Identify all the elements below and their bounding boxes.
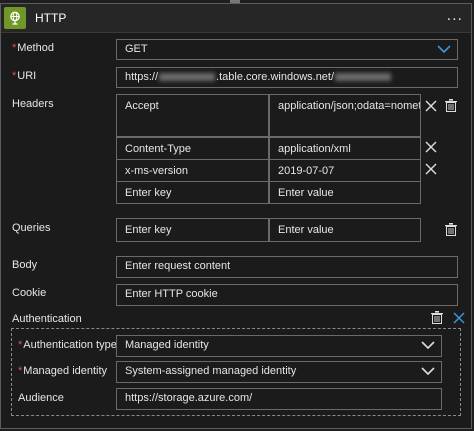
chevron-down-icon [437,45,451,54]
close-icon[interactable] [425,141,437,153]
close-icon[interactable] [425,163,437,175]
managed-identity-select[interactable]: System-assigned managed identity [116,361,442,383]
http-globe-icon [4,7,26,29]
chevron-down-icon [421,341,435,350]
delete-icon[interactable] [445,223,457,236]
card-title: HTTP [35,11,67,25]
header-key-input[interactable]: Accept [116,94,269,137]
auth-type-select[interactable]: Managed identity [116,335,442,357]
uri-redacted-host [159,73,216,82]
header-value-input[interactable]: Enter value [269,181,421,204]
close-icon[interactable] [425,100,437,112]
more-icon[interactable]: ... [447,7,463,25]
header-key-input[interactable]: Content-Type [116,137,269,160]
card-header[interactable]: HTTP ... [1,4,471,33]
auth-type-label-text: Authentication type [23,339,117,351]
close-icon[interactable] [453,312,465,324]
query-value-input[interactable]: Enter value [269,218,421,242]
managed-identity-value: System-assigned managed identity [125,365,297,377]
authentication-section: *Authentication type Managed identity *M… [11,328,461,416]
uri-host-suffix: .table.core.windows.net/ [216,71,335,83]
body-label: Body [12,259,38,271]
audience-label: Audience [18,392,64,404]
method-label-text: Method [17,42,54,54]
managed-identity-label-text: Managed identity [23,365,108,377]
http-action-card: HTTP ... *Method GET *URI https:// .table… [0,3,472,429]
chevron-down-icon [421,367,435,376]
uri-prefix: https:// [125,71,159,83]
header-value-input[interactable]: application/xml [269,137,421,160]
uri-redacted-path [335,73,392,82]
auth-type-value: Managed identity [125,339,209,351]
delete-icon[interactable] [445,99,457,112]
query-key-input[interactable]: Enter key [116,218,269,242]
queries-label: Queries [12,222,51,234]
uri-label-text: URI [17,70,37,82]
method-label: *Method [12,42,54,54]
uri-input[interactable]: https:// .table.core.windows.net/ [116,67,458,88]
headers-label: Headers [12,98,54,110]
header-key-input[interactable]: Enter key [116,181,269,204]
delete-icon[interactable] [431,311,443,324]
header-value-input[interactable]: 2019-07-07 [269,159,421,182]
cookie-input[interactable]: Enter HTTP cookie [116,284,458,306]
uri-label: *URI [12,70,37,82]
auth-type-label: *Authentication type [18,339,117,351]
header-value-input[interactable]: application/json;odata=nometadata [269,94,421,137]
authentication-label: Authentication [12,313,82,325]
cookie-label: Cookie [12,287,47,299]
managed-identity-label: *Managed identity [18,365,108,377]
audience-input[interactable]: https://storage.azure.com/ [116,388,442,410]
method-select[interactable]: GET [116,39,458,60]
header-key-input[interactable]: x-ms-version [116,159,269,182]
method-value: GET [125,43,148,55]
body-input[interactable]: Enter request content [116,256,458,278]
